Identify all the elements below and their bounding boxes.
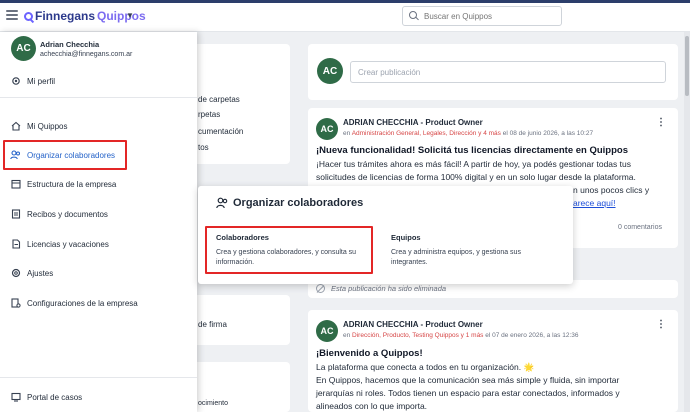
post-targets[interactable]: Dirección, Producto, Testing Quippos y 1… — [352, 332, 483, 339]
sidebar-item-ajustes[interactable]: Ajustes — [10, 265, 53, 281]
sidebar-item-portal-de-casos[interactable]: Portal de casos — [10, 389, 82, 405]
avatar[interactable]: AC — [317, 58, 343, 84]
post-body-line: En Quippos, hacemos que la comunicación … — [316, 375, 620, 385]
blocked-icon — [316, 284, 325, 293]
option-title: Equipos — [391, 233, 421, 242]
post-body-line: ¡Hacer tus trámites ahora es más fácil! … — [316, 159, 631, 169]
sidebar-item-label: Portal de casos — [27, 392, 83, 402]
gear-icon — [10, 268, 21, 279]
home-icon — [10, 121, 21, 132]
sidebar-item-label: Ajustes — [27, 268, 54, 278]
user-email: achecchia@finnegans.com.ar — [40, 51, 133, 58]
gear-icon — [10, 76, 21, 87]
background-item: cumentación — [198, 127, 244, 136]
support-icon — [10, 392, 21, 403]
compose-input[interactable]: Crear publicación — [350, 61, 666, 83]
search-input[interactable] — [424, 11, 554, 21]
building-icon — [10, 179, 21, 190]
popup-title: Organizar colaboradores — [216, 197, 363, 209]
background-item: ocimiento — [198, 400, 228, 407]
sidebar-item-mi-quippos[interactable]: Mi Quippos — [10, 118, 67, 134]
top-bar: Finnegans Quippos ▼ — [0, 0, 690, 32]
sidebar-drawer — [0, 32, 197, 412]
post-link[interactable]: arece aquí! — [573, 197, 616, 210]
sidebar-item-label: Licencias y vacaciones — [27, 239, 109, 249]
sidebar-item-label: Configuraciones de la empresa — [27, 298, 138, 308]
sidebar-item-label: Mi Quippos — [27, 121, 68, 131]
document-icon — [10, 209, 21, 220]
sidebar-item-label: Estructura de la empresa — [27, 179, 117, 189]
post-body-line: La plataforma que conecta a todos en tu … — [316, 362, 535, 372]
accent-strip — [0, 0, 690, 3]
post-meta: en Dirección, Producto, Testing Quippos … — [343, 332, 579, 339]
post-title: ¡Bienvenido a Quippos! — [316, 348, 423, 359]
logo-main: Finnegans — [35, 9, 96, 23]
sidebar-item-label: Recibos y documentos — [27, 209, 108, 219]
avatar[interactable]: AC — [11, 36, 36, 61]
background-item: de firma — [198, 320, 227, 329]
divider — [0, 377, 197, 378]
caret-down-icon[interactable]: ▼ — [126, 11, 134, 20]
search-box[interactable] — [402, 6, 562, 26]
people-icon — [216, 197, 228, 209]
sidebar-item-label: Mi perfil — [27, 76, 56, 86]
scrollbar-thumb[interactable] — [685, 36, 689, 96]
menu-icon[interactable] — [6, 10, 18, 20]
company-settings-icon — [10, 298, 21, 309]
avatar[interactable]: AC — [316, 118, 338, 140]
post-body-line: solicitudes de licencias de forma 100% d… — [316, 172, 636, 182]
sidebar-item-recibos[interactable]: Recibos y documentos — [10, 206, 108, 222]
scrollbar[interactable] — [684, 32, 690, 412]
post-body-line: alineados con lo que importa. — [316, 401, 428, 411]
calendar-file-icon — [10, 239, 21, 250]
background-item: rpetas — [198, 110, 221, 119]
post-body-line: n unos pocos clics y — [573, 185, 650, 195]
background-item: de carpetas — [198, 95, 240, 104]
comments-count[interactable]: 0 comentarios — [618, 224, 662, 231]
highlight-box — [3, 140, 127, 170]
post-title: ¡Nueva funcionalidad! Solicitá tus licen… — [316, 145, 628, 156]
option-equipos[interactable]: Equipos Crea y administra equipos, y ges… — [391, 233, 541, 267]
sidebar-item-licencias[interactable]: Licencias y vacaciones — [10, 236, 109, 252]
popup-title-text: Organizar colaboradores — [233, 197, 364, 209]
logo-mark-icon — [24, 11, 33, 21]
sidebar-item-estructura[interactable]: Estructura de la empresa — [10, 176, 116, 192]
sidebar-item-profile[interactable]: Mi perfil — [10, 73, 55, 89]
more-options-icon[interactable]: ⋮ — [656, 117, 666, 128]
post-author[interactable]: ADRIAN CHECCHIA - Product Owner — [343, 118, 483, 127]
post-targets[interactable]: Administración General, Legales, Direcci… — [352, 130, 501, 137]
logo-suffix: Quippos — [97, 9, 146, 23]
post-meta: en Administración General, Legales, Dire… — [343, 130, 594, 137]
divider — [0, 97, 197, 98]
sidebar-item-configuraciones[interactable]: Configuraciones de la empresa — [10, 295, 138, 311]
search-icon — [408, 10, 420, 22]
post-author[interactable]: ADRIAN CHECCHIA - Product Owner — [343, 320, 483, 329]
more-options-icon[interactable]: ⋮ — [656, 319, 666, 330]
highlight-box — [205, 226, 373, 274]
background-item: tos — [198, 143, 209, 152]
option-description: Crea y administra equipos, y gestiona su… — [391, 249, 521, 266]
post-body-line: jerarquías ni roles. Todos tienen un esp… — [316, 388, 620, 398]
avatar[interactable]: AC — [316, 320, 338, 342]
user-name: Adrian Checchia — [40, 40, 100, 49]
deleted-notice: Esta publicación ha sido eliminada — [316, 284, 446, 293]
